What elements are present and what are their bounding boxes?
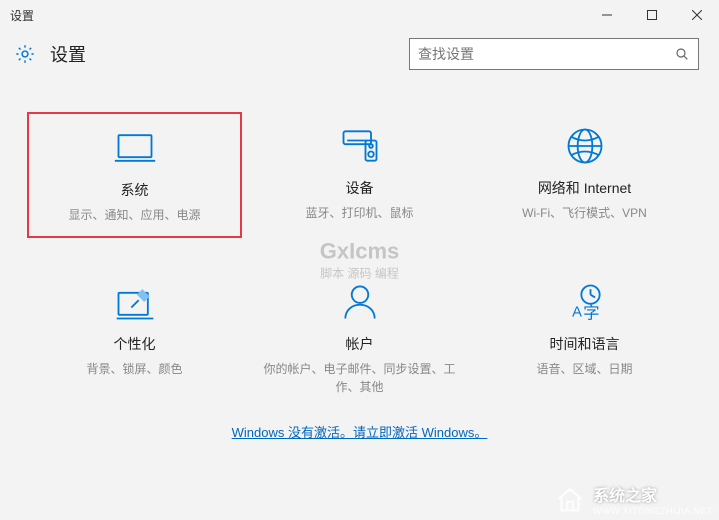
tile-desc: Wi-Fi、飞行模式、VPN [518, 204, 651, 222]
maximize-button[interactable] [629, 0, 674, 30]
tile-title: 帐户 [346, 334, 374, 354]
time-language-icon: A 字 [563, 280, 607, 324]
globe-icon [563, 124, 607, 168]
search-input[interactable] [418, 46, 674, 62]
tile-title: 个性化 [114, 334, 156, 354]
tile-title: 设备 [346, 178, 374, 198]
personalization-icon [113, 280, 157, 324]
tile-personalization[interactable]: 个性化 背景、锁屏、颜色 [27, 268, 242, 408]
tile-desc: 显示、通知、应用、电源 [64, 206, 204, 224]
tile-desc: 语音、区域、日期 [532, 360, 636, 378]
tile-title: 时间和语言 [550, 334, 620, 354]
search-box[interactable] [409, 38, 699, 70]
header: 设置 [0, 30, 719, 82]
titlebar: 设置 [0, 0, 719, 30]
display-icon [113, 126, 157, 170]
svg-text:A: A [572, 305, 582, 321]
watermark-corner-sub: WWW.XITONGZHIJIA.NET [593, 506, 713, 516]
tile-accounts[interactable]: 帐户 你的帐户、电子邮件、同步设置、工作、其他 [252, 268, 467, 408]
page-title: 设置 [50, 41, 395, 67]
tile-devices[interactable]: 设备 蓝牙、打印机、鼠标 [252, 112, 467, 238]
gear-icon [14, 43, 36, 65]
devices-icon [338, 124, 382, 168]
activation-bar: Windows 没有激活。请立即激活 Windows。 [0, 408, 719, 450]
minimize-button[interactable] [584, 0, 629, 30]
window-controls [584, 0, 719, 30]
watermark-corner-main: 系统之家 [593, 482, 713, 506]
tile-network[interactable]: 网络和 Internet Wi-Fi、飞行模式、VPN [477, 112, 692, 238]
search-icon [674, 46, 690, 62]
watermark-corner: 系统之家 WWW.XITONGZHIJIA.NET [553, 482, 713, 516]
tile-system[interactable]: 系统 显示、通知、应用、电源 [27, 112, 242, 238]
tile-desc: 蓝牙、打印机、鼠标 [301, 204, 417, 222]
settings-grid: 系统 显示、通知、应用、电源 设备 蓝牙、打印机、鼠标 网络和 Internet… [0, 82, 719, 408]
tile-desc: 背景、锁屏、颜色 [82, 360, 186, 378]
svg-text:字: 字 [583, 304, 600, 323]
activation-link[interactable]: Windows 没有激活。请立即激活 Windows。 [232, 425, 488, 440]
tile-title: 系统 [121, 180, 149, 200]
user-icon [338, 280, 382, 324]
tile-time-language[interactable]: A 字 时间和语言 语音、区域、日期 [477, 268, 692, 408]
tile-title: 网络和 Internet [538, 178, 631, 198]
tile-desc: 你的帐户、电子邮件、同步设置、工作、其他 [258, 360, 461, 396]
window-title: 设置 [10, 7, 584, 24]
close-button[interactable] [674, 0, 719, 30]
house-icon [553, 482, 587, 516]
